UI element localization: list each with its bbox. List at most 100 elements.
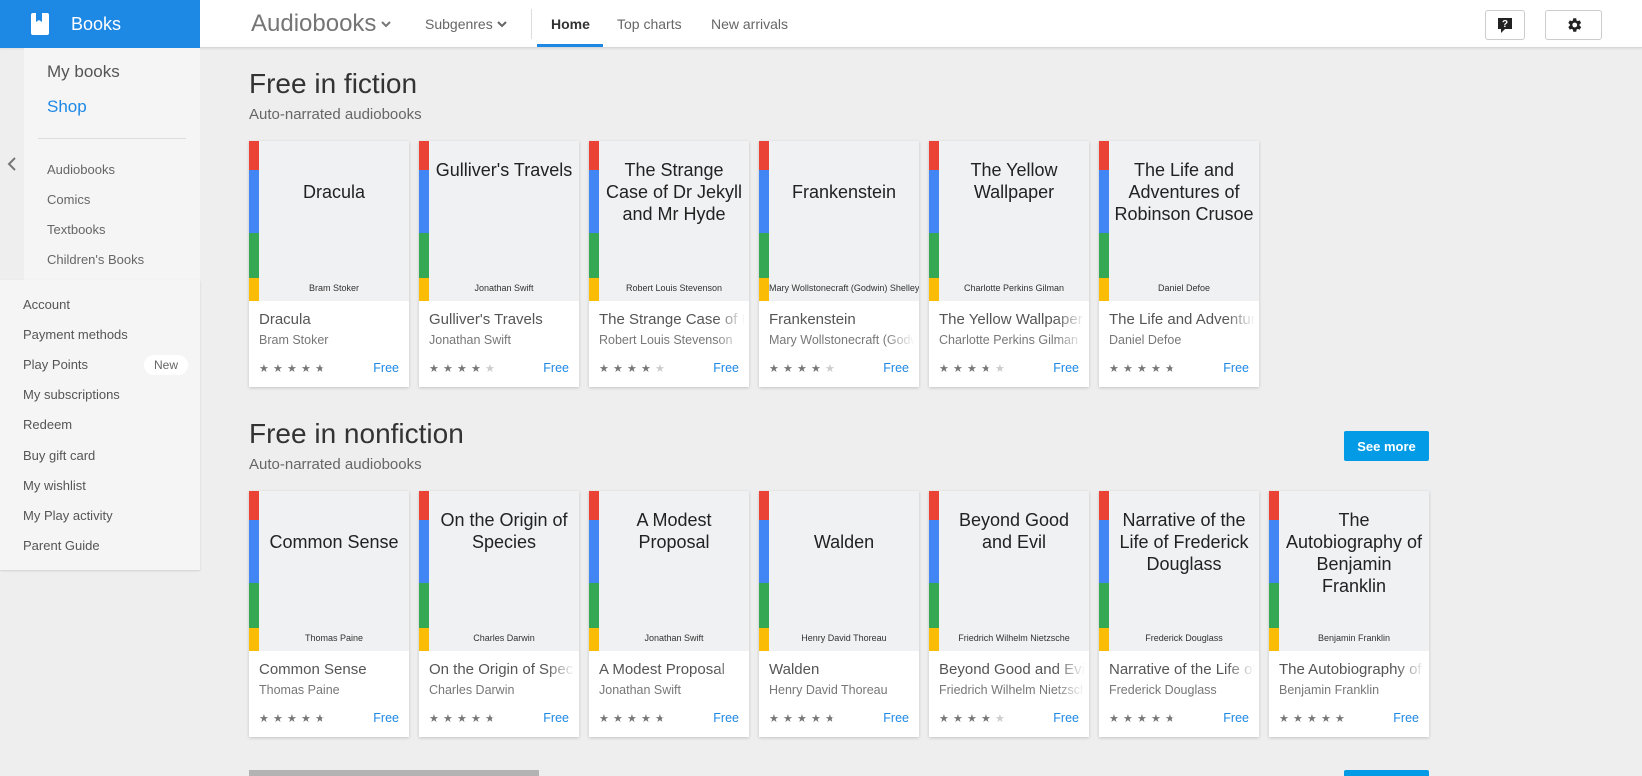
star-icon: ★	[641, 713, 651, 725]
see-more-button[interactable]: See more	[1344, 431, 1429, 461]
star-rating: ★ ★ ★ ★ ★	[599, 362, 669, 375]
book-card-narrative-of-the-life-of-frederick-douglass[interactable]: Narrative of the Life of Frederick Dougl…	[1099, 491, 1259, 737]
sidebar-item-my-wishlist[interactable]: My wishlist	[23, 478, 86, 493]
cover-title: On the Origin of Species	[440, 510, 568, 552]
star-icon: ★	[1123, 363, 1133, 375]
cover-stripe	[759, 170, 769, 233]
star-icon: ★	[259, 713, 269, 725]
star-icon: ★	[599, 363, 609, 375]
tab-top-charts[interactable]: Top charts	[617, 16, 682, 32]
next-row-title-peek	[249, 766, 549, 776]
cover-stripe	[1099, 628, 1109, 651]
book-card-frankenstein[interactable]: Frankenstein Mary Wollstonecraft (Godwin)…	[759, 141, 919, 387]
book-card-the-yellow-wallpaper[interactable]: The Yellow Wallpaper Charlotte Perkins Gi…	[929, 141, 1089, 387]
star-icon: ★	[1137, 363, 1147, 375]
cover-stripe	[1099, 233, 1109, 278]
cover-author: Jonathan Swift	[644, 633, 704, 643]
subgenres-dropdown[interactable]: Subgenres	[425, 16, 508, 32]
star-rating: ★ ★ ★ ★ ★	[1109, 712, 1179, 725]
star-icon: ★	[315, 712, 329, 725]
book-card-a-modest-proposal[interactable]: A Modest Proposal Jonathan Swift A Modest …	[589, 491, 749, 737]
star-icon: ★	[811, 363, 821, 375]
star-icon: ★	[1279, 713, 1289, 725]
cover-stripe	[249, 141, 259, 170]
cover-stripe	[589, 520, 599, 583]
help-icon: ?	[1498, 18, 1512, 33]
next-row-see-more-peek[interactable]	[1344, 770, 1429, 776]
book-author: Mary Wollstonecraft (Godwin) Shelley	[769, 333, 915, 347]
sidebar-item-my-subscriptions[interactable]: My subscriptions	[23, 387, 120, 402]
cover-stripe	[249, 278, 259, 301]
book-title: Walden	[769, 661, 820, 678]
book-card-common-sense[interactable]: Common Sense Thomas Paine Common Sense Thom…	[249, 491, 409, 737]
cover-stripe	[1269, 520, 1279, 583]
book-price: Free	[883, 361, 909, 375]
collapse-sidebar-button[interactable]	[4, 154, 20, 179]
tab-home[interactable]: Home	[551, 16, 590, 32]
book-title: Narrative of the Life of Frederick Dougl…	[1109, 661, 1255, 678]
star-icon: ★	[1165, 712, 1179, 725]
cover-author: Henry David Thoreau	[801, 633, 887, 643]
book-card-beyond-good-and-evil[interactable]: Beyond Good and Evil Friedrich Wilhelm Ni…	[929, 491, 1089, 737]
cover-author: Bram Stoker	[308, 283, 359, 293]
sidebar-item-my-books[interactable]: My books	[47, 62, 120, 82]
cover-stripe	[759, 520, 769, 583]
sidebar-category-childrens-books[interactable]: Children's Books	[47, 252, 144, 267]
star-icon: ★	[1165, 362, 1179, 375]
cover-stripe	[589, 170, 599, 233]
book-card-dracula[interactable]: Dracula Bram Stoker Dracula Bram Stoker ★ ★ ★ ★…	[249, 141, 409, 387]
cover-stripe	[1099, 520, 1109, 583]
sidebar-item-shop[interactable]: Shop	[47, 97, 87, 117]
book-title: Gulliver's Travels	[429, 311, 543, 328]
book-cover: On the Origin of Species Charles Darwin	[419, 491, 579, 651]
book-card-the-life-and-adventures-of-robinson-crusoe[interactable]: The Life and Adventures of Robinson Crus…	[1099, 141, 1259, 387]
star-icon: ★	[429, 363, 439, 375]
star-rating: ★ ★ ★ ★ ★	[1109, 362, 1179, 375]
star-rating: ★ ★ ★ ★ ★	[769, 712, 839, 725]
row-subtitle-nonfiction: Auto-narrated audiobooks	[249, 456, 422, 473]
book-card-on-the-origin-of-species[interactable]: On the Origin of Species Charles Darwin On…	[419, 491, 579, 737]
cover-author: Friedrich Wilhelm Nietzsche	[958, 633, 1070, 643]
settings-button[interactable]	[1545, 10, 1602, 40]
book-title: The Life and Adventures of Robinson Crus…	[1109, 311, 1255, 328]
sidebar-item-my-play-activity[interactable]: My Play activity	[23, 508, 113, 523]
sidebar-category-comics[interactable]: Comics	[47, 192, 90, 207]
star-icon: ★	[939, 713, 949, 725]
book-price: Free	[373, 711, 399, 725]
cover-stripe	[759, 233, 769, 278]
book-author: Jonathan Swift	[599, 683, 681, 697]
tab-new-arrivals[interactable]: New arrivals	[711, 16, 788, 32]
cover-author: Jonathan Swift	[474, 283, 534, 293]
star-rating: ★ ★ ★ ★ ★	[259, 712, 329, 725]
chevron-left-icon	[7, 157, 16, 171]
sidebar-category-textbooks[interactable]: Textbooks	[47, 222, 106, 237]
row-subtitle-fiction: Auto-narrated audiobooks	[249, 106, 422, 123]
sidebar-item-play-points[interactable]: Play Points	[23, 357, 88, 372]
cover-author: Charles Darwin	[473, 633, 535, 643]
star-icon: ★	[1335, 713, 1345, 725]
star-rating: ★ ★ ★ ★ ★	[939, 362, 1009, 375]
sidebar-category-audiobooks[interactable]: Audiobooks	[47, 162, 115, 177]
sidebar-item-parent-guide[interactable]: Parent Guide	[23, 538, 100, 553]
star-icon: ★	[825, 712, 839, 725]
sidebar-item-payment-methods[interactable]: Payment methods	[23, 327, 128, 342]
help-button[interactable]: ?	[1485, 10, 1525, 40]
book-price: Free	[883, 711, 909, 725]
book-card-walden[interactable]: Walden Henry David Thoreau Walden Henry Dav…	[759, 491, 919, 737]
sidebar-item-account[interactable]: Account	[23, 297, 70, 312]
book-card-gulliver-s-travels[interactable]: Gulliver's Travels Jonathan Swift Gulliver…	[419, 141, 579, 387]
sidebar-item-buy-gift-card[interactable]: Buy gift card	[23, 448, 95, 463]
book-author: Charlotte Perkins Gilman	[939, 333, 1078, 347]
section-dropdown[interactable]: Audiobooks	[251, 10, 392, 38]
book-card-the-strange-case-of-dr-jekyll-and-mr-hyde[interactable]: The Strange Case of Dr Jekyll and Mr Hyd…	[589, 141, 749, 387]
cover-stripe	[419, 170, 429, 233]
cover-title: Gulliver's Travels	[435, 160, 573, 180]
book-card-the-autobiography-of-benjamin-franklin[interactable]: The Autobiography of Benjamin Franklin Be…	[1269, 491, 1429, 737]
book-price: Free	[543, 711, 569, 725]
cover-title: The Autobiography of Benjamin Franklin	[1285, 510, 1423, 596]
sidebar-item-redeem[interactable]: Redeem	[23, 417, 72, 432]
books-home-link[interactable]: Books	[0, 0, 200, 48]
cover-author: Thomas Paine	[304, 633, 364, 643]
chevron-down-icon	[497, 21, 507, 28]
star-icon: ★	[769, 713, 779, 725]
